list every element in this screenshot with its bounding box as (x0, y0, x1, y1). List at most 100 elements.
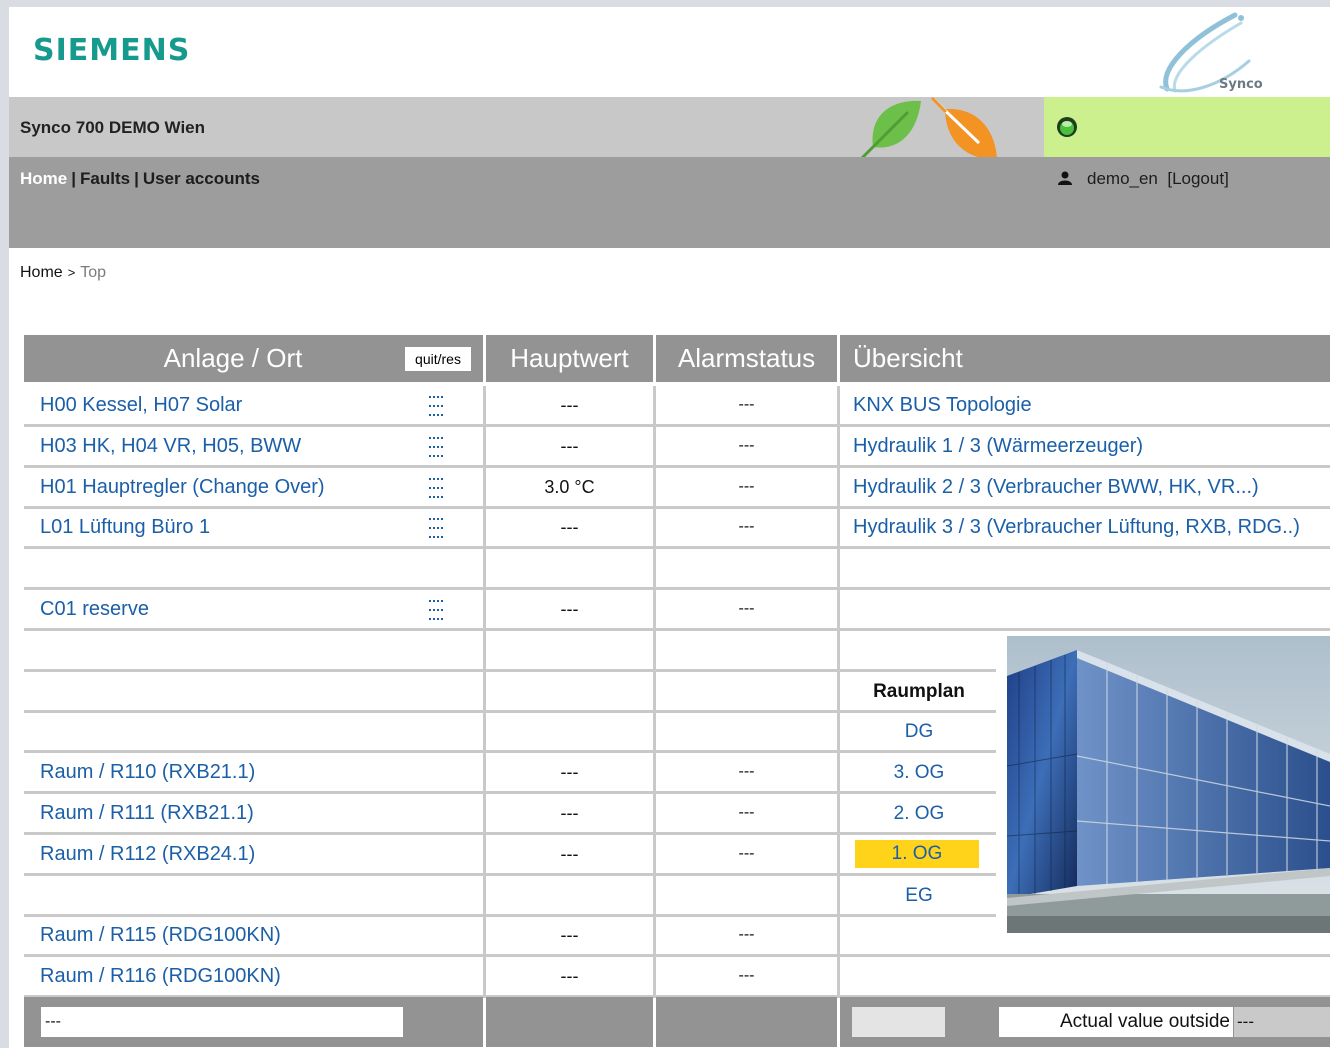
cell-alarmstatus: --- (656, 835, 837, 873)
cell-uebersicht (840, 957, 1330, 995)
cell-alarmstatus: --- (656, 753, 837, 791)
cell-uebersicht: Hydraulik 2 / 3 (Verbraucher BWW, HK, VR… (840, 468, 1330, 506)
cell-hauptwert: --- (486, 590, 653, 628)
table-row: Raum / R116 (RDG100KN) --- --- (24, 957, 1330, 998)
overview-link[interactable]: Hydraulik 2 / 3 (Verbraucher BWW, HK, VR… (853, 476, 1259, 499)
breadcrumb-current: Top (80, 264, 107, 281)
main-value: 3.0 °C (544, 477, 595, 497)
status-led-icon (1056, 116, 1078, 138)
main-value: --- (560, 599, 579, 619)
cell-anlage: Raum / R111 (RXB21.1) (24, 794, 483, 832)
overview-link[interactable]: Hydraulik 3 / 3 (Verbraucher Lüftung, RX… (853, 516, 1300, 539)
cell-anlage (24, 549, 483, 587)
nav-separator: | (71, 169, 76, 188)
footer-cell: Actual value outside --- (840, 997, 1330, 1047)
footer-blank-field (852, 1007, 945, 1037)
table-row: EG (24, 876, 996, 917)
table-row: L01 Lüftung Büro 1 --- --- Hydraulik 3 / 3 … (24, 508, 1330, 549)
cell-hauptwert: --- (486, 916, 653, 954)
floor-link[interactable]: EG (840, 885, 998, 907)
cell-anlage: L01 Lüftung Büro 1 (24, 508, 483, 546)
alarm-status: --- (738, 396, 755, 413)
outside-temperature-value: --- (1234, 1007, 1330, 1037)
plant-link[interactable]: H03 HK, H04 VR, H05, BWW (40, 435, 301, 458)
plant-link[interactable]: Raum / R112 (RXB24.1) (40, 843, 255, 866)
plant-link[interactable]: Raum / R111 (RXB21.1) (40, 802, 254, 825)
table-row: Raum / R110 (RXB21.1) --- --- 3. OG (24, 753, 996, 794)
quit-reset-button[interactable]: quit/res (405, 347, 471, 371)
synco-logo-text: Synco (1219, 77, 1263, 92)
plant-link[interactable]: H01 Hauptregler (Change Over) (40, 476, 325, 499)
cell-anlage: Raum / R110 (RXB21.1) (24, 753, 483, 791)
cell-anlage: H01 Hauptregler (Change Over) (24, 468, 483, 506)
username: demo_en (1087, 169, 1158, 188)
footer-cell: --- (24, 997, 483, 1047)
footer-cell (656, 997, 837, 1047)
main-nav: Home | Faults | User accounts (20, 169, 260, 189)
cell-hauptwert (486, 549, 653, 587)
table-row (24, 631, 996, 672)
quit-status-indicator[interactable] (429, 596, 443, 620)
plant-link[interactable]: Raum / R116 (RDG100KN) (40, 965, 281, 988)
nav-faults-link[interactable]: Faults (80, 169, 130, 188)
plant-link[interactable]: H00 Kessel, H07 Solar (40, 394, 242, 417)
floor-link[interactable]: 3. OG (840, 762, 998, 784)
cell-uebersicht: Hydraulik 1 / 3 (Wärmeerzeuger) (840, 427, 1330, 465)
alarm-status: --- (738, 845, 755, 862)
synco-logo: Synco (1149, 9, 1269, 97)
main-value: --- (560, 925, 579, 945)
plant-link[interactable]: L01 Lüftung Büro 1 (40, 516, 210, 539)
quit-status-indicator[interactable] (429, 474, 443, 498)
cell-anlage (24, 712, 483, 750)
overview-link[interactable]: Hydraulik 1 / 3 (Wärmeerzeuger) (853, 435, 1143, 458)
eco-leaf-green-icon (859, 99, 927, 161)
column-header-uebersicht: Übersicht (840, 335, 1330, 382)
breadcrumb-separator: > (67, 265, 76, 280)
table-row: Raumplan (24, 672, 996, 713)
plant-link[interactable]: C01 reserve (40, 598, 149, 621)
column-header-alarmstatus: Alarmstatus (656, 335, 837, 382)
cell-uebersicht: KNX BUS Topologie (840, 386, 1330, 424)
cell-anlage: H03 HK, H04 VR, H05, BWW (24, 427, 483, 465)
nav-user-accounts-link[interactable]: User accounts (143, 169, 260, 188)
cell-alarmstatus: --- (656, 957, 837, 995)
cell-alarmstatus: --- (656, 427, 837, 465)
nav-home-link[interactable]: Home (20, 169, 67, 188)
plant-link[interactable]: Raum / R115 (RDG100KN) (40, 924, 281, 947)
quit-status-indicator[interactable] (429, 392, 443, 416)
alarm-status: --- (738, 926, 755, 943)
cell-hauptwert: --- (486, 835, 653, 873)
eco-leaf-orange-icon (931, 97, 1001, 161)
cell-anlage: Raum / R116 (RDG100KN) (24, 957, 483, 995)
cell-alarmstatus: --- (656, 916, 837, 954)
breadcrumb: Home > Top (20, 264, 106, 282)
main-value: --- (560, 966, 579, 986)
cell-anlage (24, 672, 483, 710)
column-header-anlage: Anlage / Ort quit/res (24, 335, 483, 382)
quit-status-indicator[interactable] (429, 514, 443, 538)
main-value: --- (560, 395, 579, 415)
cell-uebersicht (840, 549, 1330, 587)
room-plan-title: Raumplan (873, 681, 965, 702)
table-row: Raum / R111 (RXB21.1) --- --- 2. OG (24, 794, 996, 835)
navigation-bar: Home | Faults | User accounts demo_en [Logou… (9, 157, 1330, 248)
cell-alarmstatus: --- (656, 508, 837, 546)
overview-link[interactable]: KNX BUS Topologie (853, 394, 1032, 417)
building-photo (1007, 636, 1330, 933)
quit-status-indicator[interactable] (429, 433, 443, 457)
floor-link-selected[interactable]: 1. OG (855, 840, 979, 868)
footer-input[interactable]: --- (41, 1007, 403, 1037)
breadcrumb-home-link[interactable]: Home (20, 264, 63, 281)
alarm-status: --- (738, 967, 755, 984)
cell-hauptwert (486, 672, 653, 710)
floor-link[interactable]: DG (840, 721, 998, 743)
nav-separator: | (134, 169, 139, 188)
logout-link[interactable]: [Logout] (1167, 169, 1228, 188)
table-row: Raum / R112 (RXB24.1) --- --- 1. OG (24, 835, 996, 876)
plant-link[interactable]: Raum / R110 (RXB21.1) (40, 761, 255, 784)
floor-link[interactable]: 2. OG (840, 803, 998, 825)
table-row: C01 reserve --- --- (24, 590, 1330, 631)
cell-alarmstatus (656, 712, 837, 750)
main-value: --- (560, 436, 579, 456)
user-icon (1057, 170, 1073, 185)
